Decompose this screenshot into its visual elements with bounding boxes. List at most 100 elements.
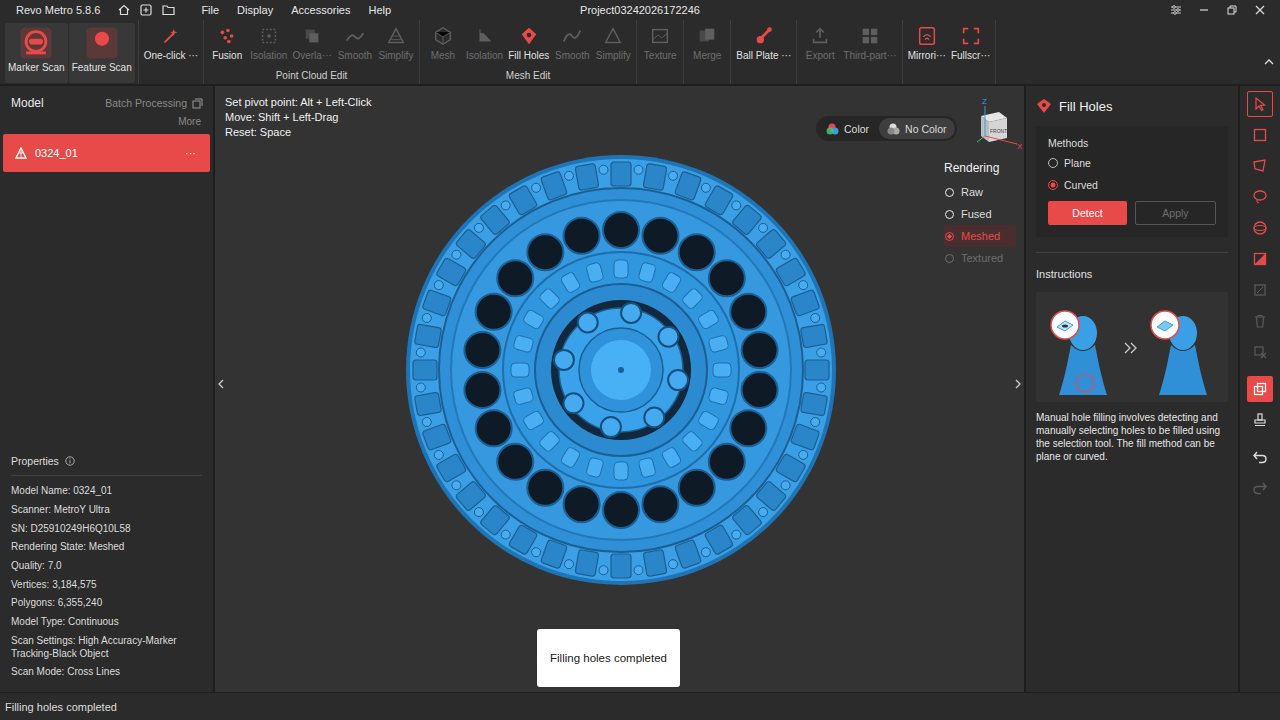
stamp-icon [1252,412,1268,428]
toolbar-button[interactable]: Export [800,23,840,61]
toolbar-tool-icon [916,25,938,47]
toolbar-tool-icon [859,25,881,47]
toolbar-button[interactable]: Mesh [423,23,463,61]
toolbar-button[interactable]: Isolation [248,23,289,61]
selection-tool-button[interactable] [1247,407,1273,433]
selection-tool-button[interactable] [1247,215,1273,241]
rendering-radio[interactable]: Raw [944,181,1016,203]
menu-item[interactable]: File [201,4,219,16]
toolbar-group-items: Ball Plate ··· [734,20,793,70]
method-label: Plane [1064,157,1091,169]
no-color-icon [887,122,900,135]
open-folder-icon[interactable] [162,4,175,16]
3d-viewport[interactable]: Set pivot point: Alt + Left-ClickMove: S… [215,86,1024,692]
hole-filling-illustration [1037,295,1227,399]
toolbar-tool-icon [696,25,718,47]
toolbar-button[interactable]: One-click ··· [142,23,200,61]
toolbar-tool-icon [561,25,583,47]
method-radio[interactable]: Plane [1048,157,1216,169]
toolbar-group-label [687,70,727,84]
property-label: Polygons: [11,597,55,608]
toolbar-button[interactable]: Isolation [464,23,505,61]
selection-tool-button[interactable] [1247,91,1273,117]
rendering-radio[interactable]: Meshed [944,225,1016,247]
mesh-model-icon [15,147,27,159]
settings-sliders-icon[interactable] [1170,4,1182,16]
minimize-icon[interactable] [1198,4,1210,16]
methods-card: MethodsPlaneCurvedDetectApply [1036,126,1228,237]
selection-tool-button[interactable] [1247,376,1273,402]
toolbar-group: FusionIsolationOverla···SmoothSimplifyPo… [204,20,420,84]
toolbar-button[interactable]: Marker Scan [5,23,68,83]
window-controls [700,4,1274,16]
toolbar-button[interactable]: Mirrori··· [906,23,948,61]
toolbar-button[interactable]: Smooth [335,23,375,61]
rendering-radio[interactable]: Fused [944,203,1016,225]
color-mode-button[interactable]: No Color [879,118,954,139]
toolbar-button[interactable]: Smooth [552,23,592,61]
selection-tool-button[interactable] [1247,153,1273,179]
collapse-toolbar-icon[interactable] [1264,58,1274,66]
property-row: Polygons: 6,355,240 [11,596,202,609]
toolbar-tool-icon [216,25,238,47]
panel-title: Fill Holes [1036,86,1228,126]
radio-dot [1048,180,1058,190]
toolbar-group: Ball Plate ··· [731,20,797,84]
toolbar-button[interactable]: Fill Holes [506,23,551,61]
toolbar-group: MeshIsolationFill HolesSmoothSimplifyMes… [420,20,637,84]
title-bar: Revo Metro 5.8.6 File Display Accessories He… [0,0,1280,20]
toolbar-group-items: MeshIsolationFill HolesSmoothSimplify [423,20,633,70]
toolbar-button[interactable]: Simplify [376,23,416,61]
close-icon[interactable] [1254,4,1266,16]
toolbar-button[interactable]: Fusion [207,23,247,61]
toolbar-button[interactable]: Third-part··· [841,23,898,61]
action-button[interactable]: Detect [1048,201,1127,225]
more-button[interactable]: More [0,110,213,127]
fill-holes-panel: Fill HolesMethodsPlaneCurvedDetectApplyI… [1026,86,1238,692]
collapse-left-panel-icon[interactable] [217,378,225,390]
title-bar-left: Revo Metro 5.8.6 File Display Accessories He… [6,4,580,16]
orientation-cube[interactable]: ZXFRONT [959,100,1023,156]
action-buttons: DetectApply [1048,201,1216,225]
redo-icon [1252,480,1268,496]
property-label: Model Type: [11,616,65,627]
toolbar-button[interactable]: Texture [640,23,680,61]
model-menu-button[interactable]: ··· [185,147,196,159]
toolbar-button[interactable]: Fullscr··· [949,23,992,61]
toolbar-button[interactable]: Feature Scan [69,23,135,83]
window-title: Project03242026172246 [580,4,700,16]
collapse-right-panel-icon[interactable] [1014,378,1022,390]
info-icon[interactable] [65,456,75,466]
selection-tool-button[interactable] [1247,246,1273,272]
selection-tool-button[interactable] [1247,122,1273,148]
toolbar-group-label [906,70,993,84]
home-icon[interactable] [118,4,130,16]
toolbar-button-label: Merge [693,50,721,61]
color-mode-button[interactable]: Color [818,118,877,139]
menu-item[interactable]: Accessories [291,4,350,16]
brush-select-icon [1252,220,1268,236]
new-project-icon[interactable] [140,4,152,16]
toolbar-button[interactable]: Overla··· [290,23,333,61]
model-item[interactable]: 0324_01··· [3,134,210,172]
menu-item[interactable]: Display [237,4,273,16]
selection-tool-button[interactable] [1247,184,1273,210]
restore-icon[interactable] [1226,4,1238,16]
toolbar-button[interactable]: Merge [687,23,727,61]
selection-tool-button[interactable] [1247,444,1273,470]
menu-bar: File Display Accessories Help [201,4,391,16]
property-label: Model Name: [11,485,70,496]
property-row: Quality: 7.0 [11,559,202,572]
toolbar-tool-icon [385,25,407,47]
divider [1036,252,1228,253]
toolbar-tool-icon [160,25,182,47]
toolbar-button[interactable]: Ball Plate ··· [734,23,793,61]
method-radio[interactable]: Curved [1048,179,1216,191]
property-value: 7.0 [48,560,62,571]
property-row: Scan Mode: Cross Lines [11,665,202,678]
batch-processing-button[interactable]: Batch Processing [105,97,203,109]
toolbar-button[interactable]: Simplify [593,23,633,61]
app-name: Revo Metro 5.8.6 [16,4,100,16]
toolbar-button-label: Mirrori··· [908,50,946,61]
menu-item[interactable]: Help [368,4,391,16]
